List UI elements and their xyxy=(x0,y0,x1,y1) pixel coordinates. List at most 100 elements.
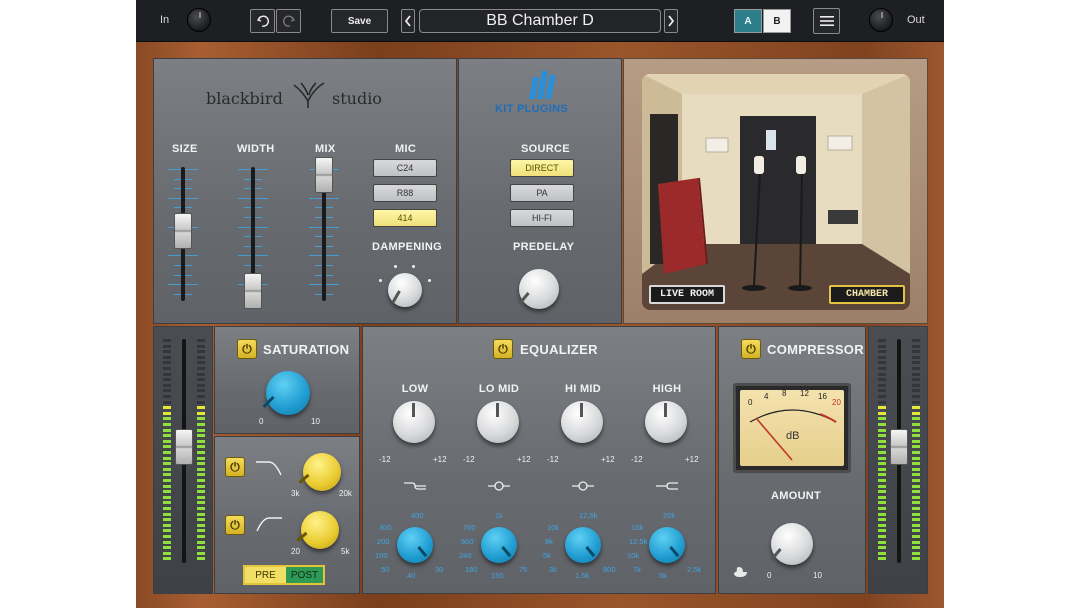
lowcut-knob[interactable] xyxy=(296,511,339,549)
amount-max: 10 xyxy=(813,571,822,580)
equalizer-panel: ⏻ EQUALIZER LOW -12 +12 400 300 200 100 50 40 30 L… xyxy=(362,326,716,594)
eq-shape-icon-2 xyxy=(571,479,595,493)
eq-shape-icon-1 xyxy=(487,479,511,493)
blackbird-logo: blackbird studio xyxy=(206,79,406,109)
output-meter-right xyxy=(912,339,920,563)
highcut-knob[interactable] xyxy=(298,453,341,491)
eq-gain-knob-0[interactable] xyxy=(393,401,435,443)
eq-freq-knob-3[interactable] xyxy=(649,527,685,563)
hamburger-menu-icon xyxy=(819,16,834,26)
eq-freq-label: 3k xyxy=(549,565,557,574)
vu-scale-label: 16 xyxy=(818,392,827,401)
eq-freq-label: 240 xyxy=(459,551,472,560)
eq-gain-min: -12 xyxy=(463,455,475,464)
input-meter-right xyxy=(197,339,205,563)
eq-freq-label: 10k xyxy=(627,551,640,560)
width-label: WIDTH xyxy=(237,143,275,155)
width-slider[interactable] xyxy=(238,163,268,309)
amount-knob[interactable] xyxy=(770,523,813,565)
eq-gain-knob-1[interactable] xyxy=(477,401,519,443)
eq-freq-label: 12.5k xyxy=(629,537,648,546)
eq-freq-label: 1.5k xyxy=(575,571,590,580)
live-room-button[interactable]: LIVE ROOM xyxy=(649,285,725,304)
predelay-label: PREDELAY xyxy=(513,241,575,253)
eq-freq-knob-0[interactable] xyxy=(397,527,433,563)
eq-freq-label: 300 xyxy=(379,523,392,532)
filters-panel: ⏻ 3k 20k ⏻ 20 5k PRE POST xyxy=(214,436,360,594)
output-level-fader[interactable] xyxy=(890,429,908,465)
slot-a-button[interactable]: A xyxy=(734,9,762,33)
undo-icon xyxy=(256,15,269,27)
source-pa-button[interactable]: PA xyxy=(510,184,574,202)
eq-freq-label: 700 xyxy=(463,523,476,532)
redo-button[interactable] xyxy=(276,9,301,33)
eq-freq-label: 8k xyxy=(545,537,553,546)
eq-curve-icon xyxy=(488,481,510,491)
size-slider[interactable] xyxy=(168,163,198,305)
prev-preset-button[interactable] xyxy=(401,9,415,33)
mix-slider[interactable] xyxy=(309,157,339,305)
power-icon: ⏻ xyxy=(230,459,240,474)
equalizer-power-button[interactable]: ⏻ xyxy=(493,339,513,359)
eq-freq-label: 150 xyxy=(491,571,504,580)
redo-icon xyxy=(282,15,295,27)
hipass-power-button[interactable]: ⏻ xyxy=(225,457,245,477)
lowcut-min: 20 xyxy=(291,547,300,556)
menu-button[interactable] xyxy=(813,8,840,34)
slot-b-button[interactable]: B xyxy=(763,9,791,33)
mix-slider-thumb[interactable] xyxy=(315,157,333,193)
kit-bars-icon xyxy=(529,71,556,99)
lowcut-curve-icon xyxy=(256,517,282,532)
source-hifi-button[interactable]: HI-FI xyxy=(510,209,574,227)
eq-gain-knob-3[interactable] xyxy=(645,401,687,443)
post-button[interactable]: POST xyxy=(286,567,323,583)
dampening-knob[interactable] xyxy=(388,273,422,307)
input-gain-knob[interactable] xyxy=(187,8,211,32)
vu-scale-label: 12 xyxy=(800,389,809,398)
compressor-power-button[interactable]: ⏻ xyxy=(741,339,761,359)
eq-band-label: LO MID xyxy=(478,383,520,395)
pre-post-switch[interactable]: PRE POST xyxy=(243,565,325,585)
amount-label: AMOUNT xyxy=(771,490,822,502)
preset-name-display[interactable]: BB Chamber D xyxy=(419,9,661,33)
amount-min: 0 xyxy=(767,571,772,580)
next-preset-button[interactable] xyxy=(664,9,678,33)
saturation-power-button[interactable]: ⏻ xyxy=(237,339,257,359)
eq-gain-max: +12 xyxy=(517,455,531,464)
eq-freq-knob-1[interactable] xyxy=(481,527,517,563)
pre-button[interactable]: PRE xyxy=(245,567,286,583)
undo-button[interactable] xyxy=(250,9,275,33)
eq-curve-icon xyxy=(656,482,678,490)
eq-gain-min: -12 xyxy=(379,455,391,464)
eq-freq-knob-2[interactable] xyxy=(565,527,601,563)
eq-freq-label: 5k xyxy=(659,571,667,580)
predelay-knob[interactable] xyxy=(518,269,559,309)
saturation-knob[interactable] xyxy=(262,371,310,415)
dampening-label: DAMPENING xyxy=(372,241,442,253)
vu-unit: dB xyxy=(786,430,800,442)
width-slider-thumb[interactable] xyxy=(244,273,262,309)
eq-gain-max: +12 xyxy=(685,455,699,464)
size-slider-thumb[interactable] xyxy=(174,213,192,249)
eq-freq-label: 100 xyxy=(375,551,388,560)
bird-icon xyxy=(293,82,325,108)
lowcut-power-button[interactable]: ⏻ xyxy=(225,515,245,535)
eq-curve-icon xyxy=(572,481,594,491)
highcut-curve-icon xyxy=(256,461,282,476)
vu-meter: 0 4 8 12 16 20 dB xyxy=(733,383,851,473)
eq-gain-max: +12 xyxy=(433,455,447,464)
brand-right-text: studio xyxy=(332,89,382,108)
chamber-button[interactable]: CHAMBER xyxy=(829,285,905,304)
mic-414-button[interactable]: 414 xyxy=(373,209,437,227)
input-level-fader[interactable] xyxy=(175,429,193,465)
source-direct-button[interactable]: DIRECT xyxy=(510,159,574,177)
mic-r88-button[interactable]: R88 xyxy=(373,184,437,202)
eq-freq-label: 12,5k xyxy=(579,511,598,520)
eq-gain-min: -12 xyxy=(631,455,643,464)
output-gain-knob[interactable] xyxy=(869,8,893,32)
equalizer-title: EQUALIZER xyxy=(520,342,598,357)
eq-gain-knob-2[interactable] xyxy=(561,401,603,443)
mic-c24-button[interactable]: C24 xyxy=(373,159,437,177)
eq-freq-label: 180 xyxy=(465,565,478,574)
save-button[interactable]: Save xyxy=(331,9,388,33)
